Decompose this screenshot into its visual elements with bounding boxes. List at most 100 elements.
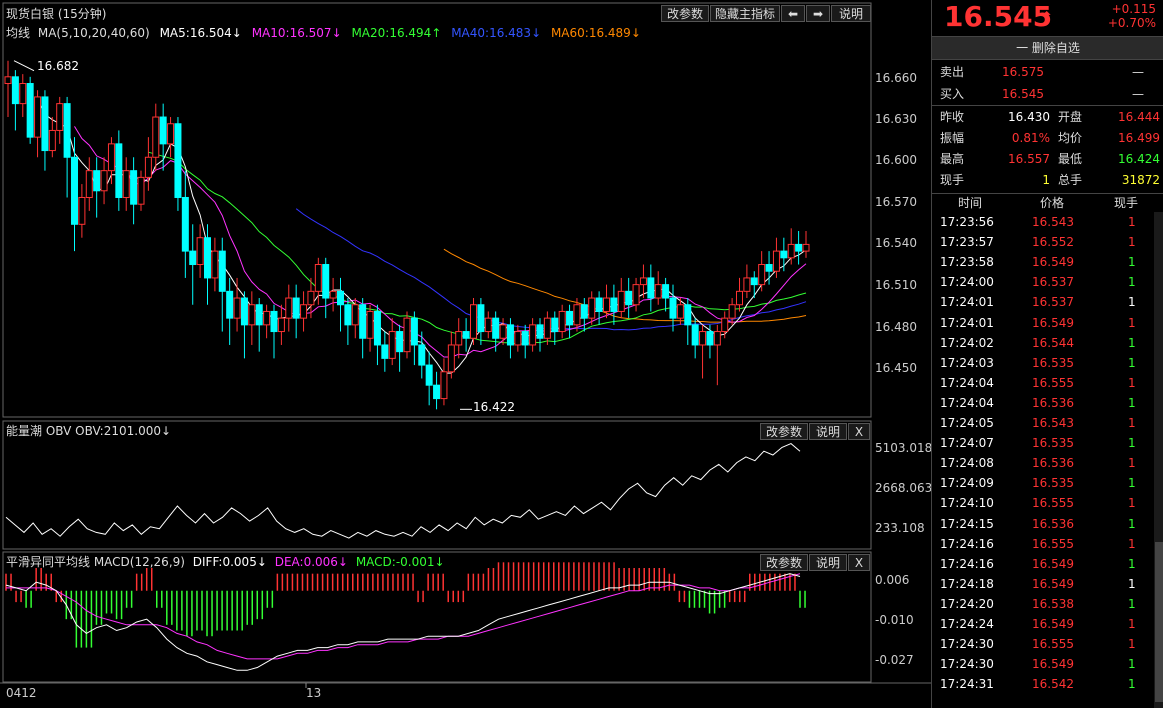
obv-help-button[interactable]: 说明 (809, 423, 847, 440)
tick-list: 17:23:56 16.543 1 17:23:57 16.552 1 17:23:58 16… (932, 212, 1163, 708)
y-tick: 16.480 (875, 320, 917, 334)
candle-body (750, 277, 758, 286)
main-help-button[interactable]: 说明 (831, 5, 871, 22)
ma20-value: MA20:16.494↑ (351, 26, 442, 40)
hide-indicator-button[interactable]: 隐藏主指标 (710, 5, 780, 22)
candle-body (240, 297, 248, 326)
candle-body (107, 143, 115, 172)
obv-line (5, 443, 801, 539)
candle-body (580, 304, 588, 319)
buy-label: 买入 (940, 87, 965, 101)
candle-body (300, 304, 308, 319)
tick-price: 16.549 (1032, 255, 1074, 270)
macd-help-button[interactable]: 说明 (809, 554, 847, 571)
ma40-value: MA40:16.483↓ (451, 26, 542, 40)
tick-time: 17:24:02 (940, 335, 994, 350)
tick-volume: 1 (1128, 657, 1136, 672)
tick-row: 17:24:16 16.549 1 (932, 554, 1163, 574)
candle-body (26, 83, 34, 138)
candle-body (167, 123, 175, 145)
remove-watchlist-button[interactable]: 一 删除自选 (932, 36, 1163, 60)
ma60-value: MA60:16.489↓ (550, 26, 641, 40)
tick-price: 16.535 (1032, 436, 1074, 451)
tick-volume: 1 (1128, 355, 1136, 370)
candle-body (647, 277, 655, 299)
candle-body (56, 103, 64, 131)
obv-params-button[interactable]: 改参数 (760, 423, 808, 440)
tick-time: 17:24:08 (940, 456, 994, 471)
candle-body (4, 76, 12, 85)
header-price: 价格 (1040, 196, 1065, 210)
tick-price: 16.536 (1032, 516, 1074, 531)
candle-body (492, 317, 500, 339)
candle-body (100, 170, 108, 192)
candle-body (721, 317, 729, 333)
ma10-value: MA10:16.507↓ (251, 26, 342, 40)
candle-body (543, 317, 551, 339)
candle-body (484, 317, 492, 333)
dea-value: DEA:0.006↓ (274, 555, 348, 569)
tick-time: 17:24:15 (940, 516, 994, 531)
low-price-label: 16.422 (473, 400, 515, 414)
scrollbar-thumb[interactable] (1155, 542, 1163, 702)
tick-volume: 1 (1128, 496, 1136, 511)
scrollbar[interactable] (1154, 212, 1163, 708)
tick-price: 16.555 (1032, 536, 1074, 551)
last-price: 16.545 (944, 0, 1053, 33)
tick-row: 17:23:57 16.552 1 (932, 232, 1163, 252)
obv-y-tick: 233.108 (875, 521, 925, 535)
candle-body (477, 304, 485, 333)
candle-body (551, 317, 559, 333)
tick-volume: 1 (1128, 235, 1136, 250)
tick-header: 时间 价格 现手 (932, 194, 1163, 212)
macd-params-button[interactable]: 改参数 (760, 554, 808, 571)
stat-row: 现手 1 总手 31872 (932, 170, 1163, 190)
candle-body (255, 304, 263, 326)
x-axis-label: 0412 (6, 686, 37, 700)
candle-body (529, 324, 537, 346)
next-arrow-icon[interactable]: ➡ (806, 5, 830, 22)
candle-body (802, 243, 810, 252)
stat-value: 16.430 (1008, 110, 1050, 124)
candle-body (307, 290, 315, 306)
candle-body (743, 277, 751, 292)
candle-body (566, 310, 574, 326)
stat-value: 16.424 (1118, 152, 1160, 166)
tick-price: 16.543 (1032, 416, 1074, 430)
obv-close-icon[interactable]: X (848, 423, 870, 440)
ma-label: 均线 (6, 26, 31, 40)
y-tick: 16.600 (875, 153, 917, 167)
y-tick: 16.450 (875, 361, 917, 375)
buy-row: 买入 16.545 — (932, 84, 1163, 104)
macd-close-icon[interactable]: X (848, 554, 870, 571)
macd-y-tick: -0.027 (875, 653, 914, 667)
tick-volume: 1 (1128, 576, 1136, 591)
candle-body (337, 290, 344, 306)
candle-body (63, 103, 71, 158)
candle-body (654, 284, 662, 299)
tick-volume: 1 (1128, 637, 1136, 652)
candle-body (314, 264, 322, 292)
quote-panel: 16.545 ⬆ +0.115 +0.70% 一 删除自选 卖出 16.575 … (931, 0, 1163, 708)
candle-body (588, 297, 596, 319)
tick-row: 17:24:07 16.535 1 (932, 433, 1163, 453)
stat-value: 0.81% (1011, 131, 1050, 145)
candle-body (78, 196, 86, 225)
candle-body (662, 284, 670, 299)
tick-time: 17:24:16 (940, 556, 994, 571)
tick-volume: 1 (1128, 556, 1136, 571)
stat-value: 16.444 (1118, 110, 1160, 124)
main-params-button[interactable]: 改参数 (661, 5, 709, 22)
tick-price: 16.555 (1032, 496, 1074, 511)
tick-row: 17:23:56 16.543 1 (932, 212, 1163, 232)
candle-body (196, 237, 204, 266)
tick-time: 17:24:20 (940, 596, 994, 611)
candle-body (610, 297, 618, 312)
candle-body (270, 310, 278, 333)
candle-body (795, 243, 803, 252)
stat-row: 最高 16.557 最低 16.424 (932, 149, 1163, 169)
prev-arrow-icon[interactable]: ⬅ (781, 5, 805, 22)
up-arrow-icon: ⬆ (1040, 8, 1054, 27)
tick-price: 16.555 (1032, 375, 1074, 390)
candle-body (174, 123, 182, 198)
